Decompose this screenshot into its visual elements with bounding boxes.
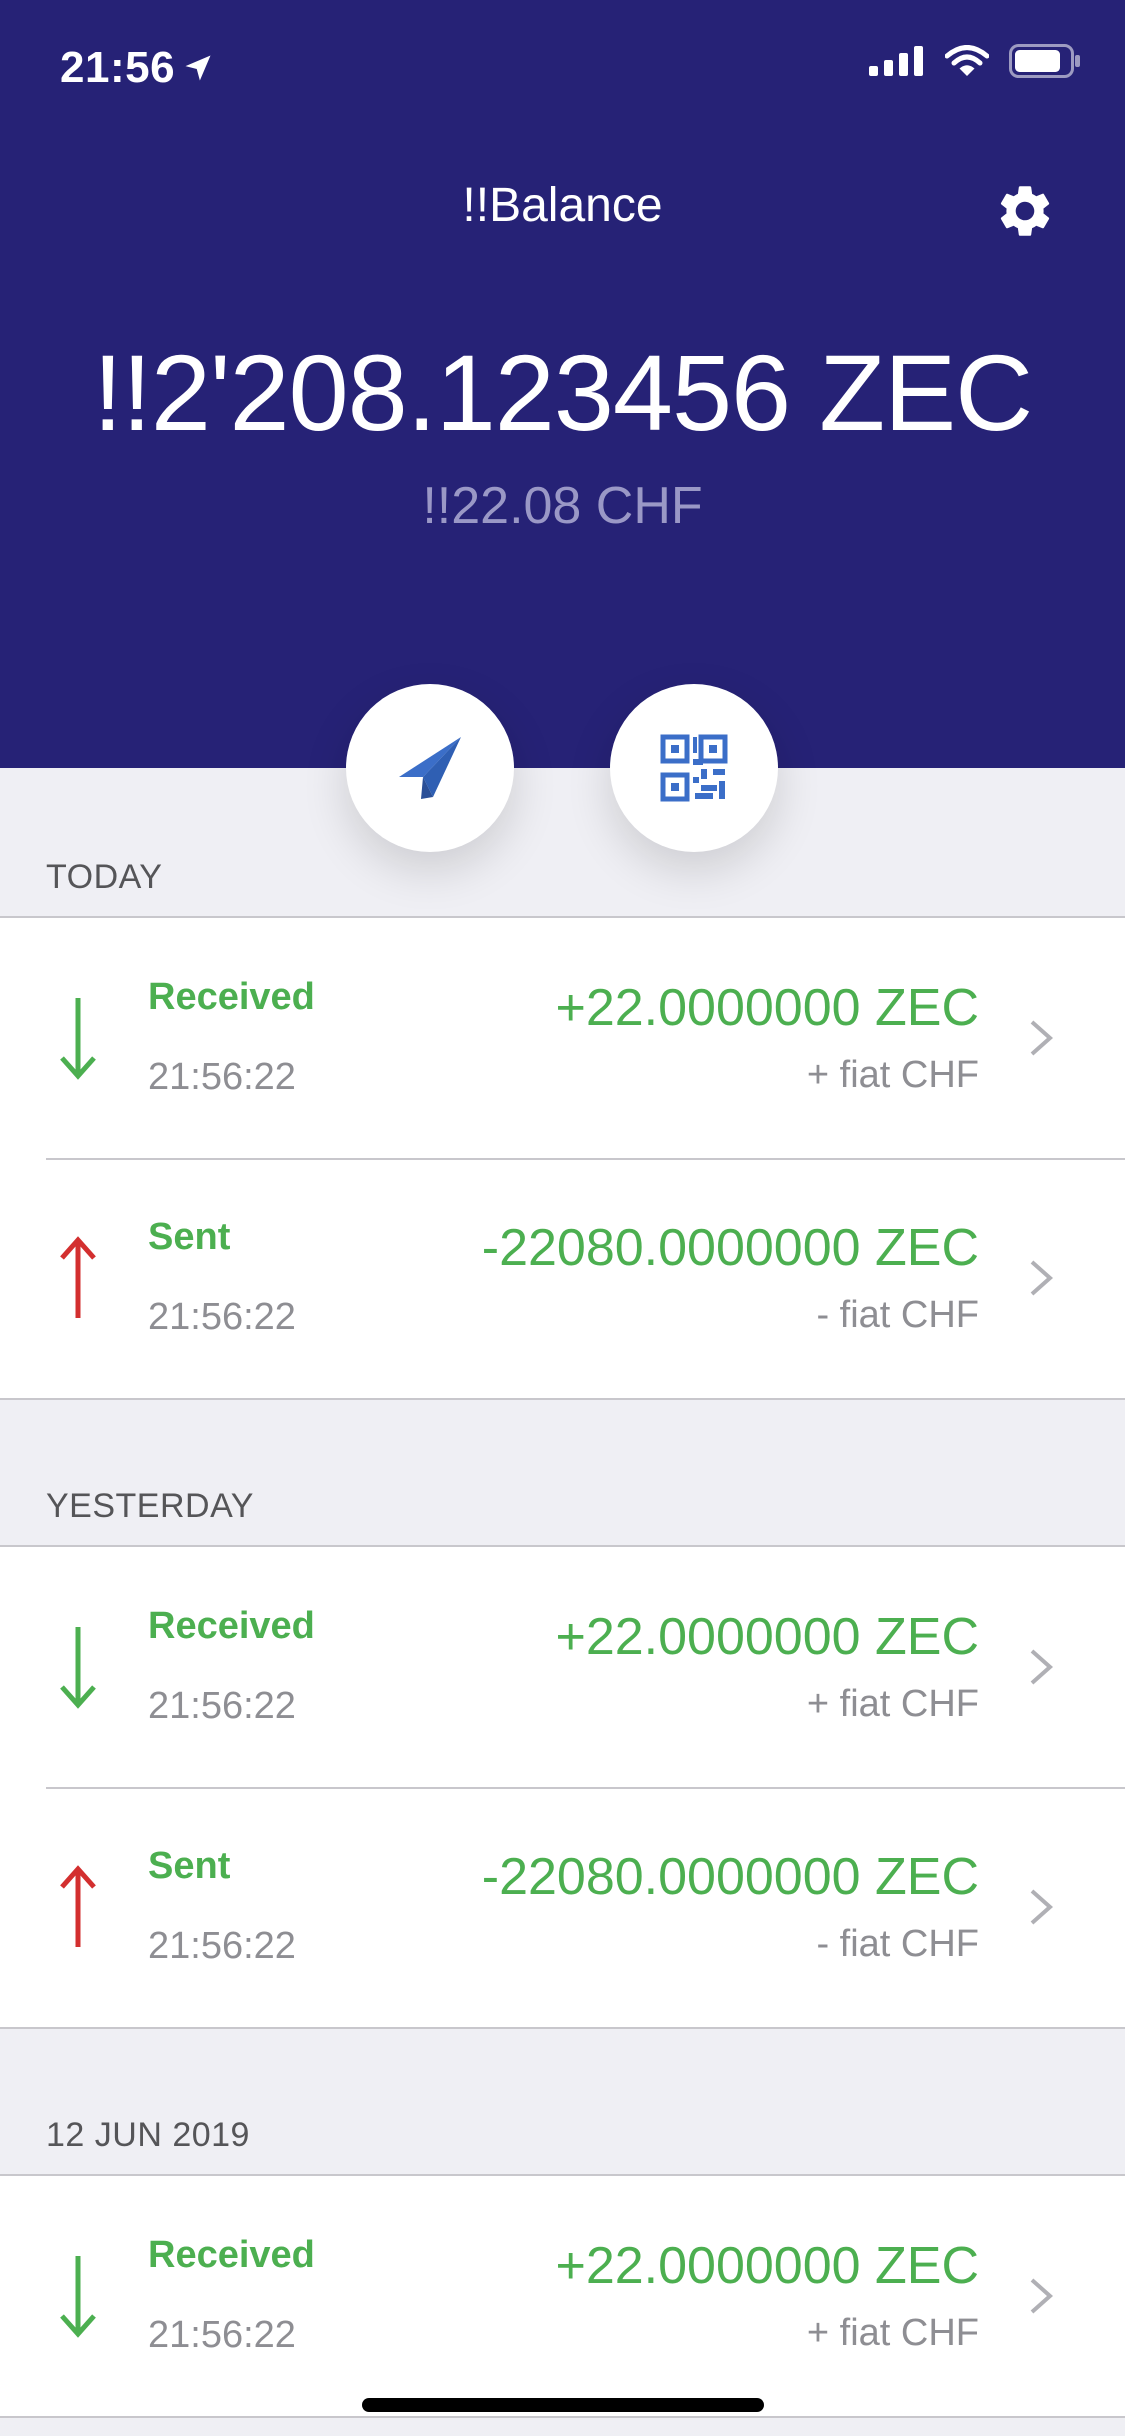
fiat-balance: !!22.08 CHF: [422, 477, 703, 535]
transaction-fiat: - fiat CHF: [816, 1923, 979, 1965]
chevron-right-icon: [1030, 2278, 1054, 2314]
page-title: !!Balance: [462, 179, 663, 232]
transaction-amount: +22.0000000 ZEC: [555, 1608, 979, 1666]
transaction-row[interactable]: Sent 21:56:22 -22080.0000000 ZEC - fiat …: [0, 1158, 1125, 1398]
transaction-fiat: + fiat CHF: [806, 2312, 979, 2354]
transaction-amount: +22.0000000 ZEC: [555, 2237, 979, 2295]
status-time: 21:56: [60, 43, 176, 92]
signal-bars-icon: [869, 46, 923, 76]
transaction-fiat: + fiat CHF: [806, 1683, 979, 1725]
section-header-today: TODAY: [46, 858, 163, 896]
settings-button[interactable]: [994, 180, 1056, 242]
paper-plane-icon: [399, 737, 461, 799]
receive-button[interactable]: [610, 684, 778, 852]
chevron-right-icon: [1030, 1260, 1054, 1296]
transaction-row[interactable]: Sent 21:56:22 -22080.0000000 ZEC - fiat …: [0, 1787, 1125, 2027]
transaction-row[interactable]: Received 21:56:22 +22.0000000 ZEC + fiat…: [0, 1547, 1125, 1787]
transaction-time: 21:56:22: [148, 1296, 296, 1338]
received-arrow-icon: [60, 2256, 96, 2338]
received-arrow-icon: [60, 998, 96, 1080]
wifi-icon: [945, 45, 989, 76]
section-header-date: 12 JUN 2019: [46, 2116, 250, 2154]
received-arrow-icon: [60, 1627, 96, 1709]
battery-icon: [1009, 44, 1080, 78]
location-arrow-icon: [185, 55, 211, 81]
chevron-right-icon: [1030, 1649, 1054, 1685]
status-time-group: 21:56: [60, 38, 213, 98]
send-button[interactable]: [346, 684, 514, 852]
transaction-time: 21:56:22: [148, 1925, 296, 1967]
chevron-right-icon: [1030, 1889, 1054, 1925]
transaction-row[interactable]: Received 21:56:22 +22.0000000 ZEC + fiat…: [0, 2176, 1125, 2416]
transaction-amount: +22.0000000 ZEC: [555, 979, 979, 1037]
transaction-fiat: + fiat CHF: [806, 1054, 979, 1096]
home-indicator[interactable]: [362, 2398, 764, 2412]
balance-header: 21:56 !!Balance !!2'208.123456 ZEC !!22.…: [0, 0, 1125, 768]
chevron-right-icon: [1030, 1020, 1054, 1056]
transaction-fiat: - fiat CHF: [816, 1294, 979, 1336]
transaction-type: Received: [148, 976, 315, 1018]
transaction-type: Sent: [148, 1845, 231, 1887]
transaction-time: 21:56:22: [148, 1056, 296, 1098]
transaction-amount: -22080.0000000 ZEC: [481, 1219, 979, 1277]
transaction-time: 21:56:22: [148, 1685, 296, 1727]
sent-arrow-icon: [60, 1236, 96, 1318]
transaction-group-today: Received 21:56:22 +22.0000000 ZEC + fiat…: [0, 916, 1125, 1400]
qr-code-icon: [660, 734, 728, 802]
gear-icon: [1000, 186, 1050, 236]
transaction-group-yesterday: Received 21:56:22 +22.0000000 ZEC + fiat…: [0, 1545, 1125, 2029]
status-bar: 21:56: [0, 0, 1125, 140]
transaction-amount: -22080.0000000 ZEC: [481, 1848, 979, 1906]
sent-arrow-icon: [60, 1865, 96, 1947]
transaction-type: Sent: [148, 1216, 231, 1258]
transaction-type: Received: [148, 1605, 315, 1647]
transaction-time: 21:56:22: [148, 2314, 296, 2356]
zec-balance: !!2'208.123456 ZEC: [92, 332, 1033, 453]
transaction-row[interactable]: Received 21:56:22 +22.0000000 ZEC + fiat…: [0, 918, 1125, 1158]
status-icons: [869, 44, 1081, 78]
section-header-yesterday: YESTERDAY: [46, 1487, 254, 1525]
transaction-group-date: Received 21:56:22 +22.0000000 ZEC + fiat…: [0, 2174, 1125, 2418]
transaction-type: Received: [148, 2234, 315, 2276]
